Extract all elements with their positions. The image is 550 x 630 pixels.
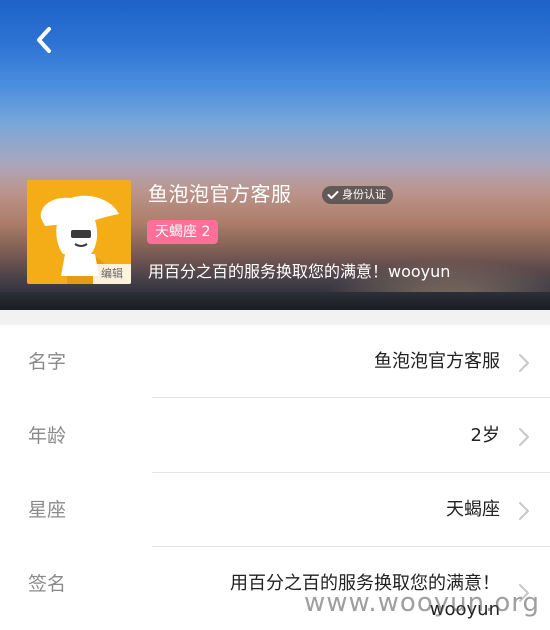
- row-value: 2岁: [470, 425, 500, 446]
- row-label: 签名: [28, 573, 67, 595]
- avatar[interactable]: 编辑: [27, 180, 131, 284]
- row-value: 天蝎座: [446, 499, 500, 520]
- checkmark-icon: [327, 191, 339, 199]
- profile-signature: 用百分之百的服务换取您的满意！wooyun: [148, 262, 451, 281]
- watermark: www.wooyun.org: [303, 588, 540, 618]
- profile-name: 鱼泡泡官方客服: [148, 182, 292, 206]
- chevron-right-icon: [519, 428, 529, 446]
- verify-badge-label: 身份认证: [342, 188, 386, 201]
- chevron-right-icon: [519, 354, 529, 372]
- chevron-right-icon: [519, 502, 529, 520]
- row-label: 星座: [28, 499, 67, 521]
- row-zodiac[interactable]: 星座 天蝎座: [0, 473, 550, 547]
- row-label: 名字: [28, 351, 67, 373]
- identity-verified-badge: 身份认证: [322, 186, 393, 204]
- zodiac-tag: 天蝎座 2: [147, 220, 219, 244]
- profile-header: 编辑 鱼泡泡官方客服 身份认证 天蝎座 2 用百分之百的服务换取您的满意！woo…: [0, 0, 550, 310]
- back-button[interactable]: [26, 22, 62, 58]
- row-name[interactable]: 名字 鱼泡泡官方客服: [0, 325, 550, 399]
- row-divider: [152, 397, 550, 398]
- row-label: 年龄: [28, 425, 67, 447]
- avatar-edit-label[interactable]: 编辑: [93, 264, 131, 284]
- profile-info-list: 名字 鱼泡泡官方客服 年龄 2岁 星座 天蝎座 签名 用百分之百的服务换取您的满…: [0, 325, 550, 630]
- chevron-left-icon: [37, 27, 51, 53]
- row-age[interactable]: 年龄 2岁: [0, 399, 550, 473]
- row-value: 鱼泡泡官方客服: [374, 351, 500, 372]
